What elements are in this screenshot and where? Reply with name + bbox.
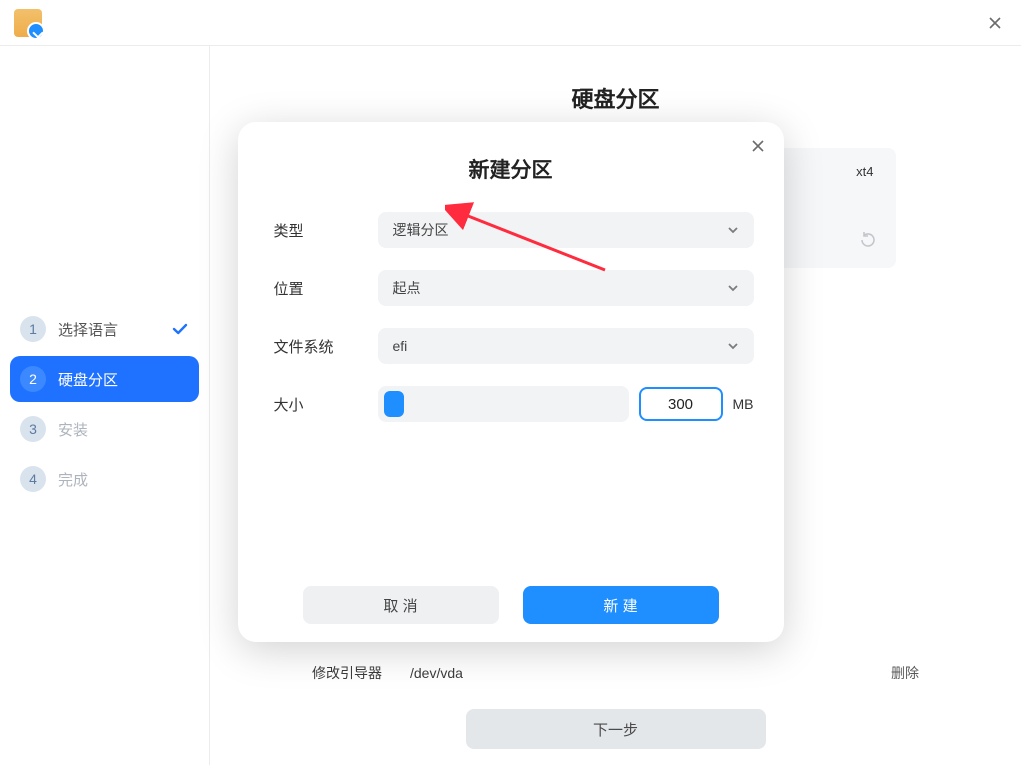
type-label: 类型 [268, 220, 378, 241]
chevron-down-icon [727, 282, 739, 294]
size-input[interactable] [639, 387, 723, 421]
dialog-title: 新建分区 [268, 154, 754, 184]
cancel-button[interactable]: 取 消 [303, 586, 499, 624]
app-icon [14, 9, 42, 37]
filesystem-select[interactable]: efi [378, 328, 754, 364]
location-select[interactable]: 起点 [378, 270, 754, 306]
new-partition-dialog: 新建分区 类型 逻辑分区 位置 起点 文件系统 efi 大小 [238, 122, 784, 642]
size-slider[interactable] [378, 386, 629, 422]
chevron-down-icon [727, 224, 739, 236]
slider-thumb[interactable] [384, 391, 404, 417]
type-select[interactable]: 逻辑分区 [378, 212, 754, 248]
close-icon [987, 15, 1003, 31]
size-label: 大小 [268, 394, 378, 415]
installer-window: 1 选择语言 2 硬盘分区 3 安装 4 完成 硬盘分区 [0, 0, 1021, 765]
filesystem-label: 文件系统 [268, 336, 378, 357]
titlebar [0, 0, 1021, 46]
create-button[interactable]: 新 建 [523, 586, 719, 624]
chevron-down-icon [727, 340, 739, 352]
dialog-close-button[interactable] [750, 138, 766, 154]
type-value: 逻辑分区 [393, 220, 449, 240]
close-icon [750, 138, 766, 154]
location-value: 起点 [393, 278, 421, 298]
window-close-button[interactable] [983, 11, 1007, 35]
size-unit: MB [733, 396, 754, 412]
filesystem-value: efi [393, 338, 408, 354]
location-label: 位置 [268, 278, 378, 299]
